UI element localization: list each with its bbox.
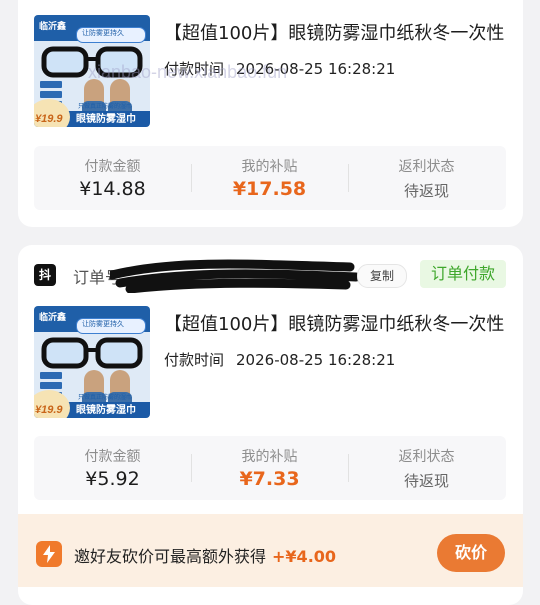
pay-time-label: 付款时间 (164, 351, 225, 369)
thumb-footer: 眼镜防雾湿巾 (76, 114, 136, 125)
thumb-price: ¥19.9 (35, 113, 63, 125)
invite-message: 邀好友砍价可最高额外获得 (74, 547, 267, 566)
thumb-subtitle: 只做真正防雾的湿巾 (78, 104, 133, 110)
lightning-icon (36, 541, 62, 567)
thumb-brand: 临沂鑫 (39, 21, 67, 31)
invite-amount: +¥4.00 (272, 547, 337, 566)
rebate-value: 待返现 (403, 182, 449, 200)
subsidy-value: ¥17.58 (232, 178, 307, 200)
subsidy-value: ¥7.33 (239, 468, 300, 490)
product-thumbnail[interactable]: 临沂鑫 让防雾更持久 只做真正防雾的湿巾 眼镜防雾湿巾 ¥19.9 (34, 306, 150, 418)
pay-amount-value: ¥5.92 (85, 468, 140, 490)
watermark: xianbao-new.xianbao.fun (88, 62, 288, 82)
copy-button[interactable]: 复制 (357, 264, 407, 288)
pay-time-value: 2026-08-25 16:28:21 (236, 351, 396, 369)
rebate-label: 返利状态 (398, 449, 455, 465)
order-status-badge: 订单付款 (420, 260, 506, 288)
pay-amount-value: ¥14.88 (79, 178, 146, 200)
rebate-value: 待返现 (403, 472, 449, 490)
thumb-slogan: 让防雾更持久 (82, 30, 124, 37)
pay-time: 付款时间 2026-08-25 16:28:21 (164, 349, 395, 370)
pay-amount-label: 付款金额 (84, 159, 141, 175)
rebate-label: 返利状态 (398, 159, 455, 175)
subsidy-label: 我的补贴 (241, 449, 298, 465)
thumb-footer: 眼镜防雾湿巾 (76, 405, 136, 416)
douyin-badge-icon: 抖 (34, 264, 56, 286)
product-title[interactable]: 【超值100片】眼镜防雾湿巾纸秋冬一次性 (164, 19, 519, 45)
pay-amount-label: 付款金额 (84, 449, 141, 465)
order-stats: 付款金额 ¥14.88 我的补贴 ¥17.58 返利状态 待返现 (34, 146, 506, 210)
glasses-icon (41, 337, 143, 369)
redaction-scribble (110, 259, 360, 293)
thumb-subtitle: 只做真正防雾的湿巾 (78, 395, 133, 401)
invite-text: 邀好友砍价可最高额外获得 +¥4.00 (74, 543, 336, 567)
product-title[interactable]: 【超值100片】眼镜防雾湿巾纸秋冬一次性 (164, 310, 519, 336)
thumb-price: ¥19.9 (35, 404, 63, 416)
order-stats: 付款金额 ¥5.92 我的补贴 ¥7.33 返利状态 待返现 (34, 436, 506, 500)
thumb-slogan: 让防雾更持久 (82, 321, 124, 328)
bargain-button[interactable]: 砍价 (437, 534, 505, 572)
order-card[interactable]: 临沂鑫 让防雾更持久 只做真正防雾的湿巾 眼镜防雾湿巾 ¥19.9 【超值100… (18, 0, 523, 227)
invite-banner: 邀好友砍价可最高额外获得 +¥4.00 砍价 (18, 514, 523, 587)
thumb-brand: 临沂鑫 (39, 312, 67, 322)
subsidy-label: 我的补贴 (241, 159, 298, 175)
